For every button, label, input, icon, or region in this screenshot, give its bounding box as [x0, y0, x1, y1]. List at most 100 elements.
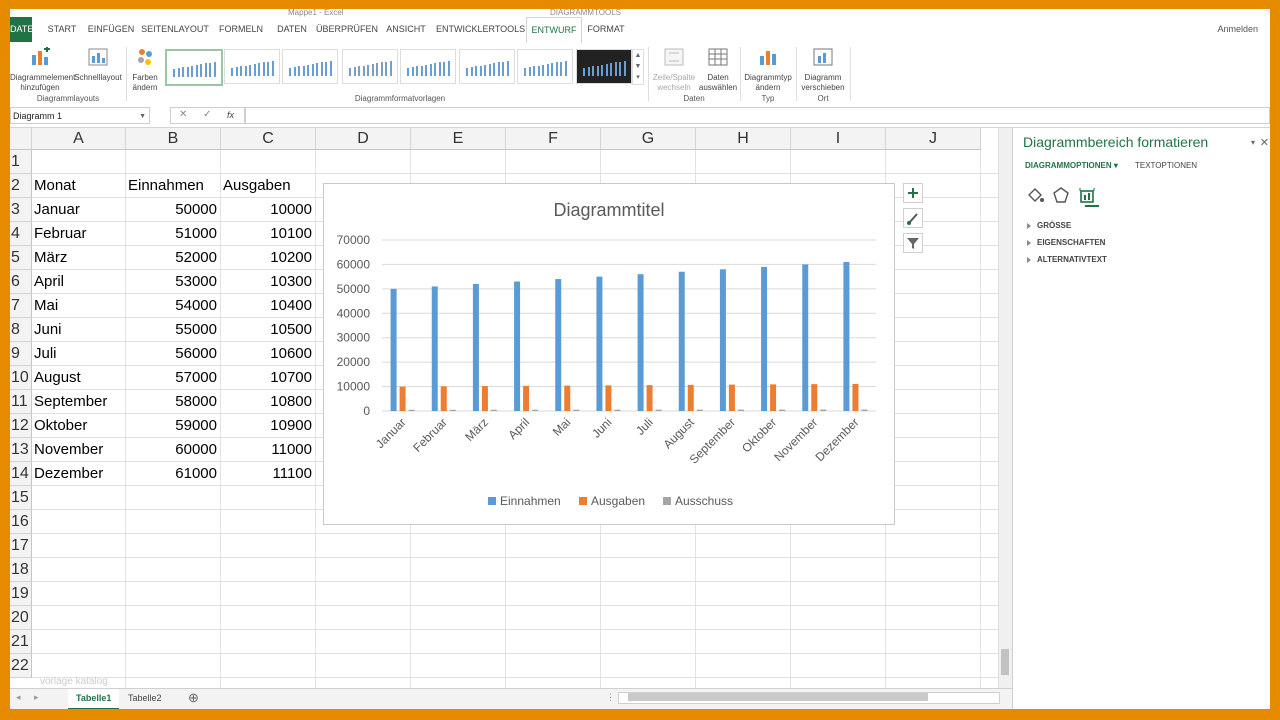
row-header-6[interactable]: 6: [10, 270, 32, 294]
tab-datei[interactable]: DATEI: [10, 17, 36, 42]
chart-style-thumb[interactable]: [282, 49, 338, 84]
cell[interactable]: Juni: [34, 318, 62, 342]
cell[interactable]: 10100: [221, 222, 312, 246]
row-header-10[interactable]: 10: [10, 366, 32, 390]
row-header-16[interactable]: 16: [10, 510, 32, 534]
column-header-g[interactable]: G: [601, 128, 696, 150]
column-header-i[interactable]: I: [791, 128, 886, 150]
select-data-button[interactable]: Daten auswählen: [698, 47, 738, 93]
select-all-corner[interactable]: [10, 128, 32, 150]
cell[interactable]: September: [34, 390, 107, 414]
vertical-scroll-thumb[interactable]: [1001, 649, 1009, 675]
cell[interactable]: April: [34, 270, 64, 294]
sign-in-link[interactable]: Anmelden: [1217, 17, 1258, 42]
cancel-icon[interactable]: ✕: [179, 109, 187, 120]
close-icon[interactable]: ✕: [1260, 136, 1269, 149]
fill-bucket-icon[interactable]: [1025, 186, 1045, 204]
switch-row-column-button[interactable]: Zeile/Spalte wechseln: [650, 47, 698, 93]
tab-chart-options[interactable]: DIAGRAMMOPTIONEN ▾: [1025, 161, 1118, 170]
chart-style-thumb[interactable]: [576, 49, 632, 84]
sheet-tab-tabelle2[interactable]: Tabelle2: [120, 689, 170, 708]
row-header-4[interactable]: 4: [10, 222, 32, 246]
tab-daten[interactable]: DATEN: [272, 17, 312, 42]
cell[interactable]: Januar: [34, 198, 80, 222]
column-header-j[interactable]: J: [886, 128, 981, 150]
cell[interactable]: 61000: [126, 462, 217, 486]
cell[interactable]: 11000: [221, 438, 312, 462]
cell[interactable]: Mai: [34, 294, 58, 318]
cell[interactable]: August: [34, 366, 81, 390]
column-header-d[interactable]: D: [316, 128, 411, 150]
tab-format[interactable]: FORMAT: [582, 17, 630, 42]
change-colors-button[interactable]: Farben ändern: [128, 47, 162, 93]
cell[interactable]: Ausgaben: [223, 174, 291, 198]
next-sheet-icon[interactable]: ▸: [34, 692, 39, 703]
column-header-c[interactable]: C: [221, 128, 316, 150]
cell[interactable]: März: [34, 246, 67, 270]
chart-style-thumb[interactable]: [517, 49, 573, 84]
cell[interactable]: 53000: [126, 270, 217, 294]
cell[interactable]: 10300: [221, 270, 312, 294]
pentagon-effects-icon[interactable]: [1051, 186, 1071, 204]
row-header-3[interactable]: 3: [10, 198, 32, 222]
chart-style-thumb[interactable]: [459, 49, 515, 84]
split-handle-icon[interactable]: ⋮: [606, 692, 615, 703]
change-chart-type-button[interactable]: Diagrammtyp ändern: [742, 47, 794, 93]
tab-formeln[interactable]: FORMELN: [216, 17, 266, 42]
cell[interactable]: 10800: [221, 390, 312, 414]
row-header-19[interactable]: 19: [10, 582, 32, 606]
chart-style-thumb[interactable]: [165, 49, 223, 86]
cell[interactable]: 54000: [126, 294, 217, 318]
cell[interactable]: Oktober: [34, 414, 87, 438]
cell[interactable]: 51000: [126, 222, 217, 246]
cell[interactable]: 11100: [221, 462, 313, 486]
tab-start[interactable]: START: [40, 17, 84, 42]
formula-input[interactable]: [245, 107, 1270, 124]
cell[interactable]: Februar: [34, 222, 87, 246]
horizontal-scroll-thumb[interactable]: [628, 693, 928, 701]
size-properties-icon[interactable]: [1077, 186, 1097, 204]
section-properties[interactable]: EIGENSCHAFTEN: [1027, 238, 1105, 247]
sheet-tab-tabelle1[interactable]: Tabelle1: [68, 689, 120, 709]
name-box[interactable]: Diagramm 1 ▼: [10, 107, 150, 124]
column-header-f[interactable]: F: [506, 128, 601, 150]
gallery-scroll-button[interactable]: ▲ ▼ ▾: [632, 49, 644, 85]
tab-entwicklertools[interactable]: ENTWICKLERTOOLS: [436, 17, 525, 42]
row-header-8[interactable]: 8: [10, 318, 32, 342]
chart-style-thumb[interactable]: [400, 49, 456, 84]
row-header-5[interactable]: 5: [10, 246, 32, 270]
confirm-icon[interactable]: ✓: [203, 109, 211, 120]
cell[interactable]: 10000: [221, 198, 312, 222]
row-header-7[interactable]: 7: [10, 294, 32, 318]
cell[interactable]: 10900: [221, 414, 312, 438]
column-header-b[interactable]: B: [126, 128, 221, 150]
spreadsheet-grid[interactable]: ABCDEFGHIJ 1 2 3 4 5 6 7 8 9 10 11 12 13 14 15 16 17 18 19…: [10, 128, 998, 688]
add-chart-element-button[interactable]: Diagrammelement hinzufügen: [10, 46, 75, 93]
row-header-2[interactable]: 2: [10, 174, 32, 198]
tab-ansicht[interactable]: ANSICHT: [382, 17, 430, 42]
add-sheet-icon[interactable]: ⊕: [188, 690, 199, 706]
column-header-a[interactable]: A: [32, 128, 126, 150]
column-header-e[interactable]: E: [411, 128, 506, 150]
row-header-11[interactable]: 11: [10, 390, 32, 414]
quick-layout-button[interactable]: Schnelllayout: [72, 47, 124, 83]
row-header-9[interactable]: 9: [10, 342, 32, 366]
cell[interactable]: Monat: [34, 174, 76, 198]
cell[interactable]: 50000: [126, 198, 217, 222]
row-header-18[interactable]: 18: [10, 558, 32, 582]
chart-style-thumb[interactable]: [342, 49, 398, 84]
column-header-h[interactable]: H: [696, 128, 791, 150]
chart-styles-button[interactable]: [903, 208, 923, 228]
function-icon[interactable]: fx: [227, 110, 234, 120]
row-header-13[interactable]: 13: [10, 438, 32, 462]
row-header-20[interactable]: 20: [10, 606, 32, 630]
cell[interactable]: Dezember: [34, 462, 103, 486]
pane-options-icon[interactable]: ▾: [1251, 138, 1255, 147]
chart-style-thumb[interactable]: [224, 49, 280, 84]
prev-sheet-icon[interactable]: ◂: [16, 692, 21, 703]
vertical-scrollbar[interactable]: [998, 128, 1013, 688]
chart-area[interactable]: Diagrammtitel 0 10000 20000 30000 40000 50000 6…: [323, 183, 895, 525]
row-header-14[interactable]: 14: [10, 462, 32, 486]
cell[interactable]: Juli: [34, 342, 57, 366]
cell[interactable]: 57000: [126, 366, 217, 390]
